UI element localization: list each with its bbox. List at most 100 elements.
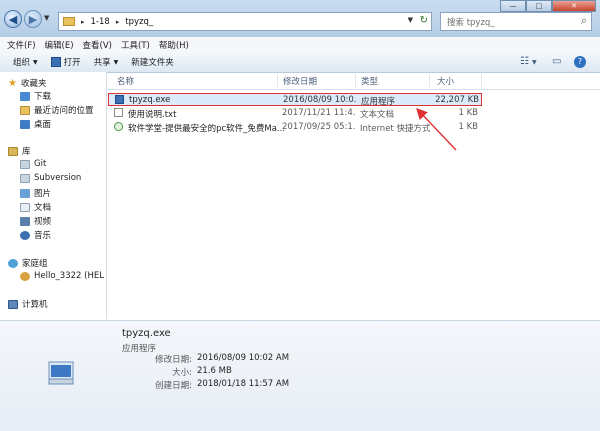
back-button[interactable]: ◀: [4, 10, 22, 28]
maximize-button[interactable]: □: [526, 0, 552, 12]
column-header-size[interactable]: 大小: [437, 75, 454, 87]
nav-item-label: 下载: [34, 92, 52, 102]
internet-shortcut-icon: [114, 122, 123, 131]
recent-pages-dropdown-icon[interactable]: ▼: [44, 14, 49, 22]
minimize-button[interactable]: —: [500, 0, 526, 12]
nav-item-subversion[interactable]: Subversion: [20, 173, 81, 183]
details-size-label: 大小:: [172, 368, 192, 378]
chevron-down-icon: ▼: [113, 58, 119, 66]
forward-button[interactable]: ▶: [24, 10, 42, 28]
menu-file[interactable]: 文件(F): [7, 39, 36, 51]
music-icon: [20, 230, 30, 240]
menu-tools[interactable]: 工具(T): [121, 39, 150, 51]
help-icon[interactable]: ?: [574, 56, 586, 68]
pictures-icon: [20, 188, 30, 198]
nav-item-label: Subversion: [34, 173, 82, 183]
back-arrow-icon: ◀: [8, 12, 18, 26]
nav-item-label: 图片: [34, 189, 52, 199]
details-created-label: 创建日期:: [155, 381, 192, 391]
file-date: 2016/08/09 10:0...: [283, 95, 357, 105]
search-input[interactable]: 搜索 tpyzq_: [447, 16, 495, 28]
search-box[interactable]: 搜索 tpyzq_ ⌕: [440, 12, 592, 31]
share-button[interactable]: 共享 ▼: [94, 56, 119, 68]
file-type: Internet 快捷方式: [360, 124, 430, 134]
desktop-icon: [20, 119, 30, 129]
chevron-down-icon[interactable]: ▼: [532, 59, 537, 66]
column-header-name[interactable]: 名称: [117, 75, 134, 87]
file-size: 1 KB: [458, 122, 478, 132]
column-divider[interactable]: [481, 74, 482, 87]
nav-favorites-label: 收藏夹: [20, 79, 47, 89]
file-row-readme-txt[interactable]: 使用说明.txt 2017/11/21 11:4... 文本文档 1 KB: [108, 107, 482, 120]
menu-help[interactable]: 帮助(H): [159, 39, 189, 51]
column-divider[interactable]: [355, 74, 356, 87]
nav-item-desktop[interactable]: 桌面: [20, 118, 51, 130]
nav-item-label: Git: [34, 159, 47, 169]
close-button[interactable]: ✕: [552, 0, 596, 12]
nav-favorites[interactable]: ★ 收藏夹: [8, 77, 47, 90]
nav-item-recent-places[interactable]: 最近访问的位置: [20, 104, 94, 116]
command-bar: 组织 ▼ 打开 共享 ▼ 新建文件夹 ☷ ▼ ▭ ?: [0, 52, 600, 73]
details-modified-value: 2016/08/09 10:02 AM: [197, 353, 290, 363]
open-label: 打开: [63, 58, 81, 68]
new-folder-button[interactable]: 新建文件夹: [131, 56, 174, 68]
open-button[interactable]: 打开: [50, 56, 81, 68]
organize-button[interactable]: 组织 ▼: [13, 56, 38, 68]
column-header-date[interactable]: 修改日期: [283, 75, 317, 87]
folder-icon: [63, 17, 75, 26]
library-icon: [8, 146, 18, 156]
file-type: 文本文档: [360, 110, 395, 120]
library-folder-icon: [20, 159, 30, 169]
nav-computer[interactable]: 计算机: [8, 298, 48, 310]
nav-computer-label: 计算机: [22, 300, 48, 310]
address-bar[interactable]: ▸ 1-18 ▸ tpyzq_ ▼ ↻: [58, 12, 432, 31]
column-header-type[interactable]: 类型: [361, 75, 378, 87]
download-folder-icon: [20, 91, 30, 101]
nav-homegroup[interactable]: 家庭组: [8, 257, 48, 269]
nav-item-label: 音乐: [34, 231, 52, 241]
documents-icon: [20, 202, 30, 212]
search-icon[interactable]: ⌕: [581, 14, 587, 28]
breadcrumb-tpyzq[interactable]: tpyzq_: [125, 17, 153, 27]
nav-item-pictures[interactable]: 图片: [20, 187, 51, 199]
details-file-name: tpyzq.exe: [122, 328, 171, 339]
preview-pane-icon[interactable]: ▭: [552, 56, 561, 67]
breadcrumb-chevron-icon[interactable]: ▸: [116, 18, 120, 26]
column-divider[interactable]: [429, 74, 430, 87]
nav-item-videos[interactable]: 视频: [20, 215, 51, 227]
nav-item-label: 文档: [34, 203, 52, 213]
file-date: 2017/09/25 05:1...: [282, 122, 356, 132]
address-dropdown-icon[interactable]: ▼: [408, 16, 413, 24]
nav-item-homegroup-user[interactable]: Hello_3322 (HEL: [20, 271, 104, 281]
file-size: 22,207 KB: [435, 95, 479, 105]
breadcrumb-chevron-icon[interactable]: ▸: [81, 18, 85, 26]
file-row-tpyzq-exe[interactable]: tpyzq.exe 2016/08/09 10:0... 应用程序 22,207…: [108, 93, 482, 107]
recent-places-icon: [20, 105, 30, 115]
nav-item-git[interactable]: Git: [20, 159, 46, 169]
refresh-icon[interactable]: ↻: [420, 15, 428, 26]
application-icon: [115, 95, 124, 104]
nav-libraries[interactable]: 库: [8, 145, 31, 157]
column-divider[interactable]: [277, 74, 278, 87]
file-row-internet-shortcut[interactable]: 软件学堂-提供最安全的pc软件_免费Ma... 2017/09/25 05:1.…: [108, 121, 482, 134]
navigation-pane: ★ 收藏夹 下载 最近访问的位置 桌面 库 Git Subversion 图片 …: [0, 72, 107, 319]
library-folder-icon: [20, 173, 30, 183]
file-name: 软件学堂-提供最安全的pc软件_免费Ma...: [128, 124, 286, 134]
computer-icon: [8, 299, 18, 309]
file-type: 应用程序: [361, 97, 396, 107]
forward-arrow-icon: ▶: [28, 12, 38, 26]
title-bar: ◀ ▶ ▼ ▸ 1-18 ▸ tpyzq_ ▼ ↻ 搜索 tpyzq_ ⌕ — …: [0, 0, 600, 37]
view-options-icon[interactable]: ☷: [520, 56, 529, 67]
nav-item-label: Hello_3322 (HEL: [34, 271, 104, 281]
user-icon: [20, 271, 30, 281]
nav-item-downloads[interactable]: 下载: [20, 90, 51, 102]
details-size-value: 21.6 MB: [197, 366, 232, 376]
details-created-value: 2018/01/18 11:57 AM: [197, 379, 290, 389]
nav-item-music[interactable]: 音乐: [20, 229, 51, 241]
menu-bar: 文件(F) 编辑(E) 查看(V) 工具(T) 帮助(H): [0, 37, 600, 53]
nav-item-documents[interactable]: 文档: [20, 201, 51, 213]
homegroup-icon: [8, 258, 18, 268]
breadcrumb-1-18[interactable]: 1-18: [91, 17, 110, 27]
menu-edit[interactable]: 编辑(E): [45, 39, 74, 51]
menu-view[interactable]: 查看(V): [83, 39, 112, 51]
